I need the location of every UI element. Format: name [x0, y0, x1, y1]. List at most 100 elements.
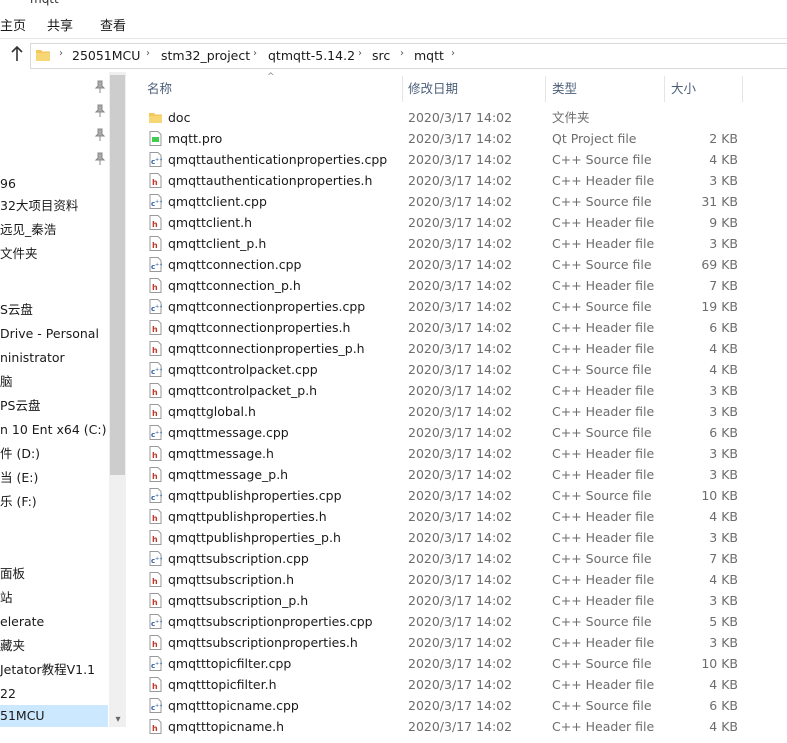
- file-row[interactable]: h qmqttauthenticationproperties.h 2020/3/1…: [145, 170, 785, 191]
- nav-item[interactable]: 脑: [0, 371, 13, 393]
- file-row[interactable]: c ++ qmqtttopicfilter.cpp 2020/3/17 14:02 C+…: [145, 653, 785, 674]
- svg-text:h: h: [152, 451, 158, 460]
- column-divider[interactable]: [664, 76, 665, 102]
- nav-item[interactable]: 文件夹: [0, 243, 38, 265]
- column-header-size[interactable]: 大小: [671, 76, 696, 102]
- file-row[interactable]: c ++ qmqttmessage.cpp 2020/3/17 14:02 C++ So…: [145, 422, 785, 443]
- file-row[interactable]: h qmqttclient.h 2020/3/17 14:02 C++ Header …: [145, 212, 785, 233]
- up-arrow-icon[interactable]: [9, 45, 25, 63]
- breadcrumb-qtmqtt[interactable]: qtmqtt-5.14.2: [268, 48, 355, 63]
- breadcrumb-stm32-project[interactable]: stm32_project: [161, 48, 250, 63]
- file-name: qmqttsubscriptionproperties.h: [168, 635, 358, 650]
- chevron-right-icon[interactable]: ›: [400, 48, 404, 59]
- file-row[interactable]: h qmqttmessage_p.h 2020/3/17 14:02 C++ Head…: [145, 464, 785, 485]
- file-row[interactable]: c ++ qmqtttopicname.cpp 2020/3/17 14:02 C++ …: [145, 695, 785, 716]
- nav-item[interactable]: 32大项目资料: [0, 195, 78, 217]
- file-type: C++ Source file: [552, 362, 652, 377]
- file-row[interactable]: h qmqtttopicname.h 2020/3/17 14:02 C++ Head…: [145, 716, 785, 737]
- file-row[interactable]: h qmqttglobal.h 2020/3/17 14:02 C++ Header …: [145, 401, 785, 422]
- file-row[interactable]: c ++ qmqttpublishproperties.cpp 2020/3/17 1…: [145, 485, 785, 506]
- nav-item[interactable]: 96: [0, 173, 16, 195]
- file-row[interactable]: c ++ qmqttclient.cpp 2020/3/17 14:02 C++ Sou…: [145, 191, 785, 212]
- chevron-right-icon[interactable]: ›: [253, 48, 257, 59]
- file-row[interactable]: h qmqttclient_p.h 2020/3/17 14:02 C++ Heade…: [145, 233, 785, 254]
- nav-item[interactable]: n 10 Ent x64 (C:): [0, 419, 106, 441]
- pin-icon[interactable]: [94, 80, 106, 94]
- svg-text:h: h: [152, 178, 158, 187]
- chevron-right-icon[interactable]: ›: [451, 48, 455, 59]
- pin-icon[interactable]: [94, 128, 106, 142]
- chevron-right-icon[interactable]: ›: [146, 48, 150, 59]
- file-modified-date: 2020/3/17 14:02: [408, 341, 513, 356]
- nav-item[interactable]: 面板: [0, 563, 25, 585]
- cpp-file-icon: c ++: [149, 614, 163, 629]
- column-divider[interactable]: [742, 76, 743, 102]
- scroll-down-icon[interactable]: ▾: [111, 713, 125, 727]
- nav-item[interactable]: 乐 (F:): [0, 491, 37, 513]
- column-header-type[interactable]: 类型: [552, 76, 577, 102]
- file-row[interactable]: c ++ qmqttsubscription.cpp 2020/3/17 14:02 C…: [145, 548, 785, 569]
- pin-icon[interactable]: [94, 104, 106, 118]
- pin-icon[interactable]: [94, 152, 106, 166]
- breadcrumb-mqtt[interactable]: mqtt: [414, 48, 444, 63]
- chevron-right-icon[interactable]: ›: [358, 48, 362, 59]
- nav-item[interactable]: Drive - Personal: [0, 323, 99, 345]
- breadcrumb-25051mcu[interactable]: 25051MCU: [72, 48, 140, 63]
- svg-text:h: h: [152, 535, 158, 544]
- address-bar[interactable]: › 25051MCU › stm32_project › qtmqtt-5.14…: [30, 43, 787, 69]
- file-row[interactable]: c ++ qmqttauthenticationproperties.cpp 2020…: [145, 149, 785, 170]
- file-row[interactable]: h qmqttconnection_p.h 2020/3/17 14:02 C++ H…: [145, 275, 785, 296]
- nav-item[interactable]: 远见_秦浩: [0, 219, 56, 241]
- nav-item[interactable]: 当 (E:): [0, 467, 38, 489]
- svg-text:h: h: [152, 472, 158, 481]
- file-row[interactable]: h qmqttpublishproperties_p.h 2020/3/17 14:…: [145, 527, 785, 548]
- breadcrumb-src[interactable]: src: [372, 48, 390, 63]
- column-divider[interactable]: [545, 76, 546, 102]
- tab-view[interactable]: 查看: [100, 15, 126, 34]
- file-row[interactable]: doc 2020/3/17 14:02 文件夹: [145, 107, 785, 128]
- nav-item[interactable]: 站: [0, 587, 13, 609]
- file-row[interactable]: h qmqttsubscription.h 2020/3/17 14:02 C++ H…: [145, 569, 785, 590]
- file-row[interactable]: h qmqttpublishproperties.h 2020/3/17 14:02…: [145, 506, 785, 527]
- h-file-icon: h: [149, 719, 162, 734]
- file-row[interactable]: c ++ qmqttconnectionproperties.cpp 2020/3/1…: [145, 296, 785, 317]
- tab-share[interactable]: 共享: [47, 15, 73, 34]
- nav-item[interactable]: S云盘: [0, 299, 33, 321]
- column-divider[interactable]: [402, 76, 403, 102]
- file-row[interactable]: h qmqttsubscription_p.h 2020/3/17 14:02 C++…: [145, 590, 785, 611]
- nav-item[interactable]: 22: [0, 683, 16, 705]
- file-row[interactable]: c ++ qmqttsubscriptionproperties.cpp 2020/3…: [145, 611, 785, 632]
- file-row[interactable]: h qmqtttopicfilter.h 2020/3/17 14:02 C++ He…: [145, 674, 785, 695]
- nav-scrollbar[interactable]: ▾: [109, 72, 126, 727]
- nav-item[interactable]: Jetator教程V1.1: [0, 659, 95, 681]
- file-type: C++ Header file: [552, 572, 655, 587]
- file-type: C++ Header file: [552, 530, 655, 545]
- nav-item[interactable]: 件 (D:): [0, 443, 40, 465]
- file-modified-date: 2020/3/17 14:02: [408, 152, 513, 167]
- file-row[interactable]: h qmqttconnectionproperties_p.h 2020/3/17 …: [145, 338, 785, 359]
- file-type: C++ Header file: [552, 719, 655, 734]
- folder-icon: [149, 110, 162, 125]
- nav-item[interactable]: 藏夹: [0, 635, 25, 657]
- file-row[interactable]: h qmqttconnectionproperties.h 2020/3/17 14…: [145, 317, 785, 338]
- file-row[interactable]: h qmqttsubscriptionproperties.h 2020/3/17 …: [145, 632, 785, 653]
- file-row[interactable]: c ++ qmqttconnection.cpp 2020/3/17 14:02 C++…: [145, 254, 785, 275]
- file-size: 3 KB: [709, 383, 738, 398]
- column-header-date[interactable]: 修改日期: [408, 76, 458, 102]
- cpp-file-icon: c ++: [149, 299, 163, 314]
- file-size: 2 KB: [709, 131, 738, 146]
- nav-item[interactable]: 51MCU: [0, 705, 45, 727]
- nav-item[interactable]: PS云盘: [0, 395, 40, 417]
- file-row[interactable]: h qmqttcontrolpacket_p.h 2020/3/17 14:02 C+…: [145, 380, 785, 401]
- nav-item[interactable]: elerate: [0, 611, 44, 633]
- file-row[interactable]: mqtt.pro 2020/3/17 14:02 Qt Project file 2 …: [145, 128, 785, 149]
- file-row[interactable]: c ++ qmqttcontrolpacket.cpp 2020/3/17 14:02…: [145, 359, 785, 380]
- nav-item[interactable]: ninistrator: [0, 347, 65, 369]
- file-row[interactable]: h qmqttmessage.h 2020/3/17 14:02 C++ Header…: [145, 443, 785, 464]
- nav-scrollbar-thumb[interactable]: [110, 75, 125, 475]
- tab-home[interactable]: 主页: [0, 15, 26, 34]
- file-size: 6 KB: [709, 698, 738, 713]
- column-header-name[interactable]: 名称: [147, 76, 172, 102]
- svg-text:h: h: [152, 514, 158, 523]
- chevron-right-icon[interactable]: ›: [59, 48, 63, 59]
